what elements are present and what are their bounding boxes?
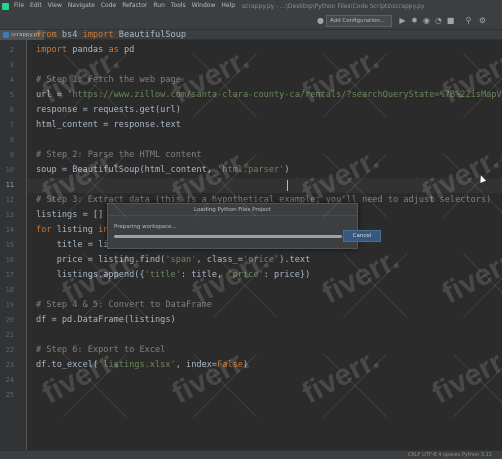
- code-line: # Step 1: Fetch the web page: [36, 75, 181, 85]
- menu-edit[interactable]: Edit: [27, 0, 45, 12]
- current-line-highlight: [27, 178, 502, 193]
- code-line: listings = []: [36, 210, 104, 220]
- code-line: listings.append({'title': title, 'price'…: [36, 270, 311, 280]
- menu-tools[interactable]: Tools: [168, 0, 189, 12]
- menu-window[interactable]: Window: [189, 0, 219, 12]
- code-line: # Step 2: Parse the HTML content: [36, 150, 202, 160]
- line-number: 24: [5, 376, 14, 384]
- line-number-gutter: 1 2 3 4 5 6 7 8 9 10 11 12 13 14 15 16 1…: [0, 31, 27, 450]
- dialog-message: Preparing workspace...: [114, 224, 177, 230]
- line-number: 10: [5, 166, 14, 174]
- menu-file[interactable]: File: [11, 0, 27, 12]
- line-number: 5: [9, 91, 14, 99]
- line-number: 17: [5, 271, 14, 279]
- status-bar: CRLF UTF-8 4 spaces Python 3.11: [0, 450, 502, 459]
- line-number: 3: [9, 61, 14, 69]
- line-number: 18: [5, 286, 14, 294]
- line-number: 6: [9, 106, 14, 114]
- line-number: 2: [9, 46, 14, 54]
- cancel-button[interactable]: Cancel: [343, 230, 381, 242]
- user-icon[interactable]: ●: [316, 16, 325, 25]
- menu-navigate[interactable]: Navigate: [65, 0, 98, 12]
- line-number: 13: [5, 211, 14, 219]
- run-icon[interactable]: ▶: [398, 16, 407, 25]
- loading-project-dialog: Loading Python Files Project Preparing w…: [107, 203, 381, 249]
- add-configuration-button[interactable]: Add Configuration...: [326, 15, 392, 27]
- code-line: price = listing.find('span', class_='pri…: [36, 255, 311, 265]
- add-configuration-label: Add Configuration...: [330, 18, 385, 24]
- menu-run[interactable]: Run: [150, 0, 168, 12]
- debug-icon[interactable]: ✹: [410, 16, 419, 25]
- search-icon[interactable]: ⚲: [464, 16, 473, 25]
- line-number: 14: [5, 226, 14, 234]
- code-line: df = pd.DataFrame(listings): [36, 315, 176, 325]
- line-number: 9: [9, 151, 14, 159]
- menu-view[interactable]: View: [45, 0, 65, 12]
- menu-refactor[interactable]: Refactor: [119, 0, 150, 12]
- status-info: CRLF UTF-8 4 spaces Python 3.11: [407, 452, 492, 458]
- line-number: 1: [9, 31, 14, 39]
- line-number: 21: [5, 331, 14, 339]
- code-line: # Step 4 & 5: Convert to DataFrame: [36, 300, 212, 310]
- line-number: 12: [5, 196, 14, 204]
- line-number: 20: [5, 316, 14, 324]
- line-number-current: 11: [5, 181, 14, 189]
- code-line: url = 'https://www.zillow.com/santa-clar…: [36, 90, 502, 100]
- stop-icon[interactable]: ■: [446, 16, 455, 25]
- menu-code[interactable]: Code: [98, 0, 119, 12]
- code-line: soup = BeautifulSoup(html_content, 'html…: [36, 165, 290, 175]
- code-line: import pandas as pd: [36, 45, 135, 55]
- code-line: html_content = response.text: [36, 120, 181, 130]
- menu-bar: File Edit View Navigate Code Refactor Ru…: [11, 0, 238, 12]
- code-line: df.to_excel('listings.xlsx', index=False…: [36, 360, 249, 370]
- progress-bar-fill: [114, 235, 342, 238]
- line-number: 8: [9, 136, 14, 144]
- text-caret: [287, 180, 288, 191]
- dialog-title: Loading Python Files Project: [108, 204, 357, 216]
- settings-icon[interactable]: ⚙: [478, 16, 487, 25]
- title-bar: File Edit View Navigate Code Refactor Ru…: [0, 0, 502, 12]
- menu-help[interactable]: Help: [218, 0, 238, 12]
- pycharm-logo-icon: [2, 2, 9, 10]
- line-number: 7: [9, 121, 14, 129]
- line-number: 25: [5, 391, 14, 399]
- code-line: from bs4 import BeautifulSoup: [36, 30, 187, 40]
- coverage-icon[interactable]: ◉: [422, 16, 431, 25]
- window-title: scrappy.py - ...\Desktop\Python Files\Co…: [242, 2, 425, 10]
- code-line: # Step 6: Export to Excel: [36, 345, 166, 355]
- line-number: 4: [9, 76, 14, 84]
- line-number: 19: [5, 301, 14, 309]
- line-number: 23: [5, 361, 14, 369]
- progress-bar: [114, 235, 342, 238]
- line-number: 16: [5, 256, 14, 264]
- line-number: 15: [5, 241, 14, 249]
- line-number: 22: [5, 346, 14, 354]
- code-line: response = requests.get(url): [36, 105, 181, 115]
- profile-icon[interactable]: ◔: [434, 16, 443, 25]
